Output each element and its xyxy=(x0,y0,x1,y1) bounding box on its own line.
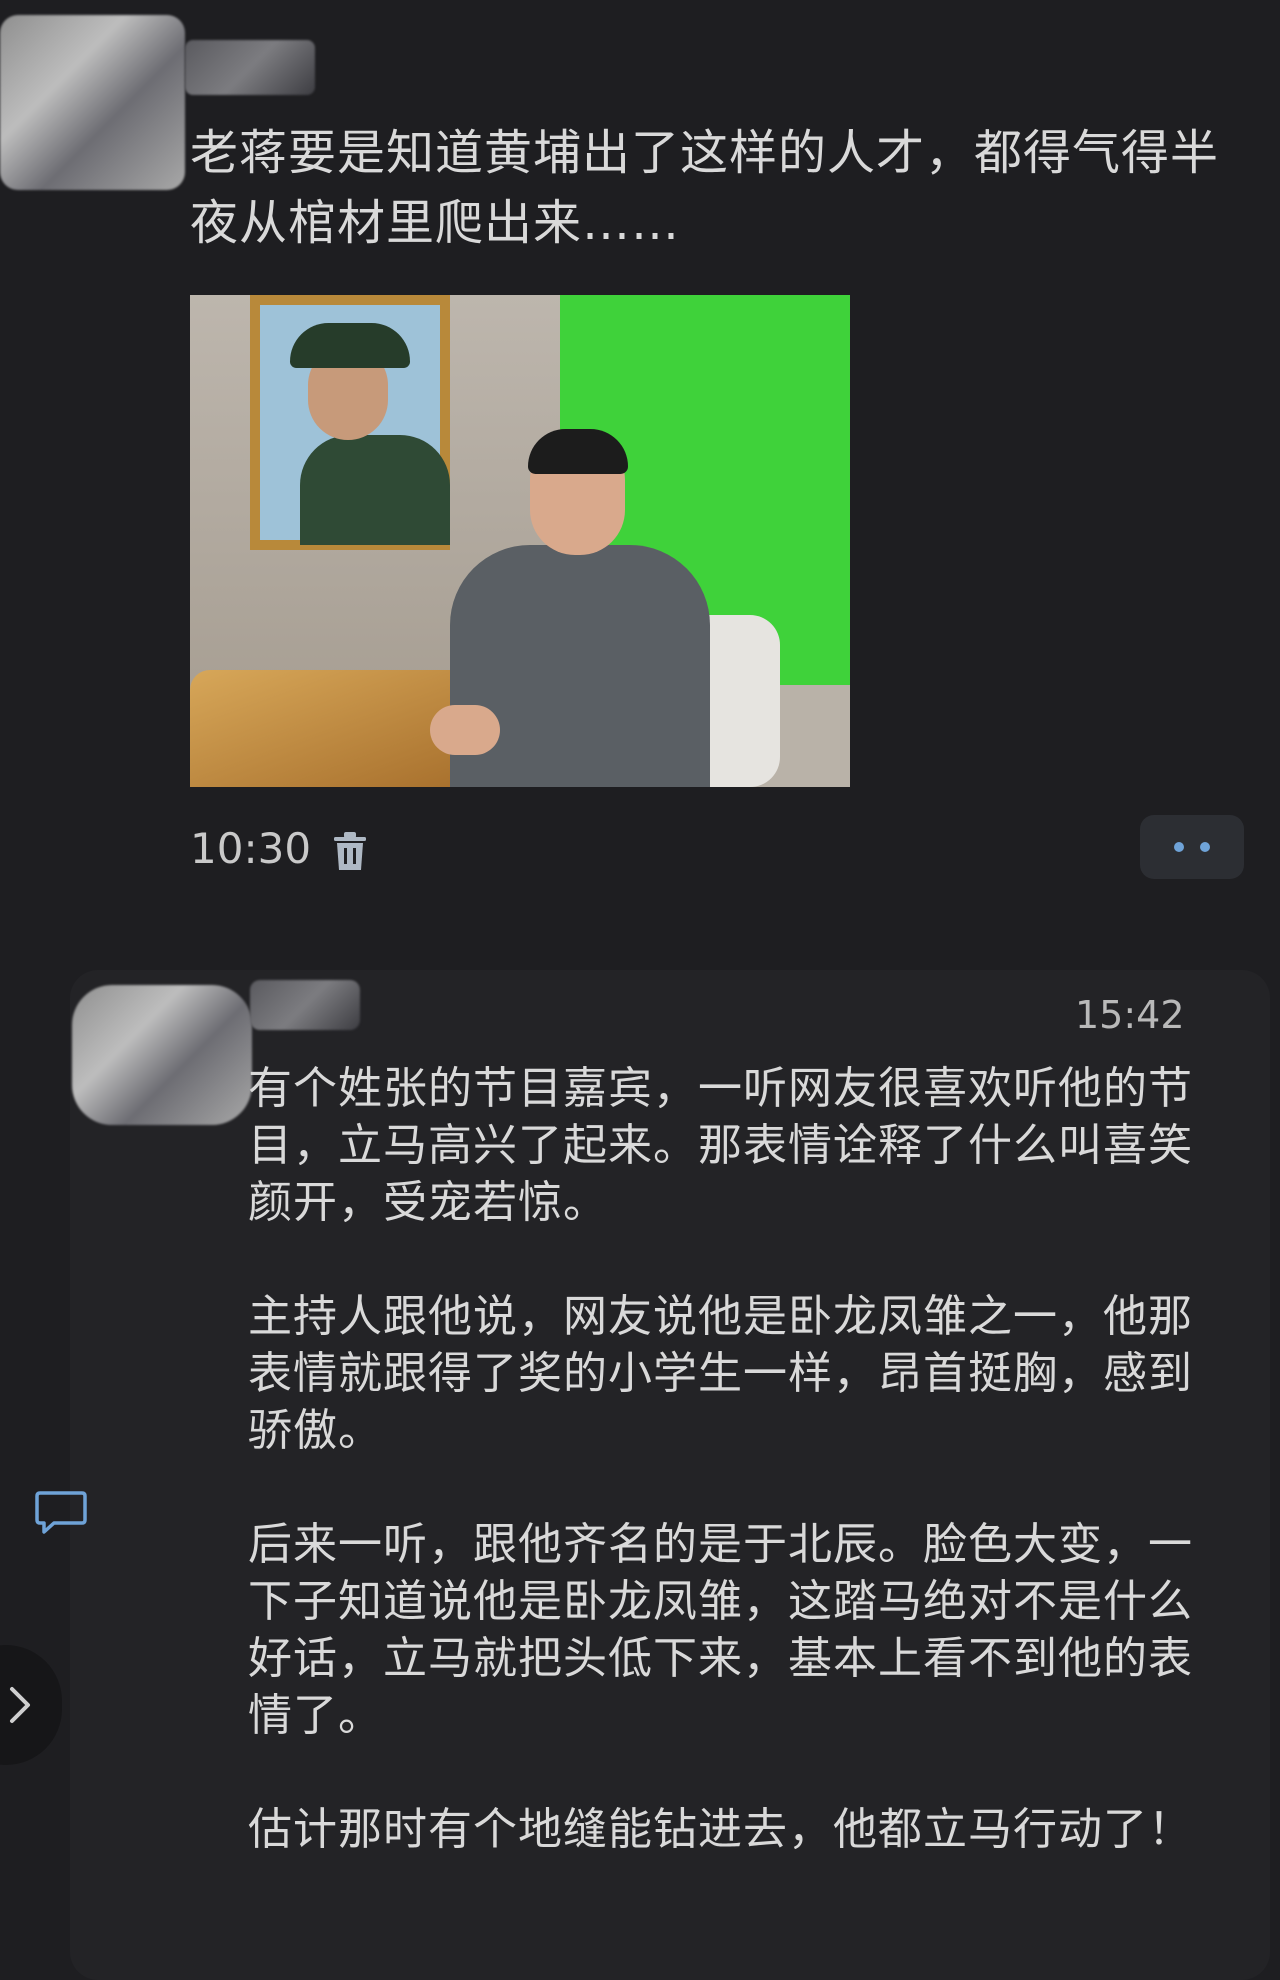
portrait-cap xyxy=(290,323,410,368)
message-photo[interactable] xyxy=(190,295,850,787)
username-blurred xyxy=(250,980,360,1030)
message-text: 老蒋要是知道黄埔出了这样的人才，都得气得半夜从棺材里爬出来…… xyxy=(190,125,1220,251)
comment-paragraph: 后来一听，跟他齐名的是于北辰。脸色大变，一下子知道说他是卧龙凤雏，这踏马绝对不是… xyxy=(248,1519,1193,1741)
username-blurred xyxy=(185,40,315,95)
more-dots-icon[interactable] xyxy=(1140,815,1244,879)
comment-paragraph: 主持人跟他说，网友说他是卧龙凤雏之一，他那表情就跟得了奖的小学生一样，昂首挺胸，… xyxy=(248,1291,1193,1456)
portrait-body xyxy=(300,435,450,545)
comment-timestamp: 15:42 xyxy=(1075,993,1185,1037)
photo-person-hair xyxy=(528,429,628,474)
avatar-blurred xyxy=(0,15,185,190)
message-timestamp: 10:30 xyxy=(190,824,312,873)
photo-portrait-frame xyxy=(250,295,450,550)
chevron-right-icon[interactable] xyxy=(0,1645,62,1765)
comment-icon[interactable] xyxy=(34,1490,88,1536)
trash-icon[interactable] xyxy=(332,832,368,872)
photo-person-hands xyxy=(430,705,500,755)
avatar-blurred xyxy=(72,985,252,1125)
comment-paragraph: 估计那时有个地缝能钻进去，他都立马行动了！ xyxy=(248,1804,1193,1855)
comment-text: 有个姓张的节目嘉宾，一听网友很喜欢听他的节目，立马高兴了起来。那表情诠释了什么叫… xyxy=(248,1060,1233,1915)
comment-paragraph: 有个姓张的节目嘉宾，一听网友很喜欢听他的节目，立马高兴了起来。那表情诠释了什么叫… xyxy=(248,1063,1193,1228)
